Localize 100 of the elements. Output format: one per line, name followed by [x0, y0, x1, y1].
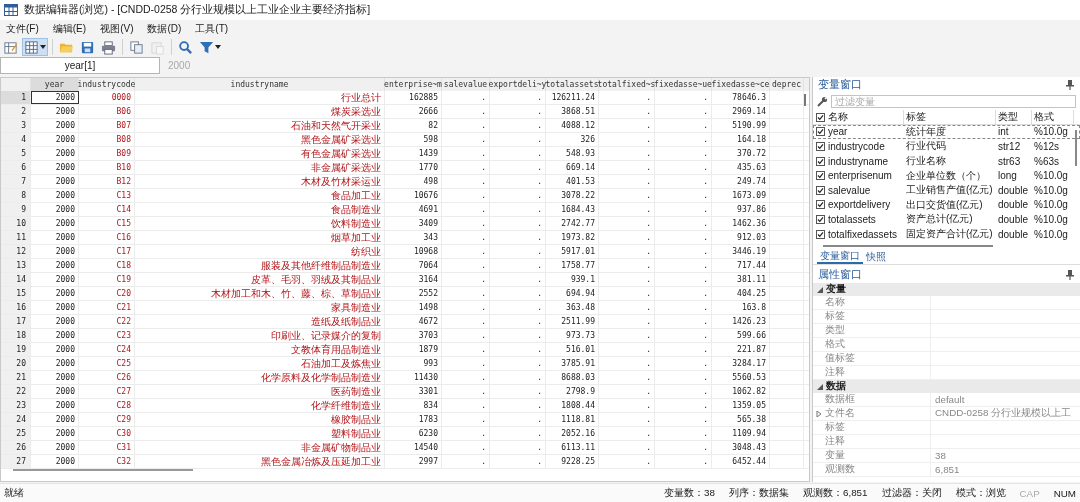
menu-item[interactable]: 编辑(E) [48, 20, 91, 37]
row-number[interactable]: 12 [1, 245, 31, 258]
collapse-icon[interactable] [817, 383, 823, 390]
column-header[interactable]: totalassets [546, 78, 599, 91]
table-cell: C14 [79, 203, 135, 216]
variable-row[interactable]: totalassets 资产总计(亿元) double %10.0g [813, 212, 1080, 227]
property-name: 注释 [825, 435, 845, 448]
scrollbar-thumb[interactable] [823, 245, 993, 247]
row-number[interactable]: 1 [1, 91, 31, 104]
row-number[interactable]: 18 [1, 329, 31, 342]
checkbox[interactable] [816, 185, 825, 195]
row-number[interactable]: 7 [1, 175, 31, 188]
table-cell: 1973.82 [546, 231, 599, 244]
table-cell: . [655, 217, 712, 230]
table-cell: . [599, 301, 655, 314]
row-number[interactable]: 9 [1, 203, 31, 216]
column-header[interactable]: 名称 [826, 110, 904, 125]
column-header[interactable]: salevalue [442, 78, 490, 91]
row-number[interactable]: 15 [1, 287, 31, 300]
table-cell: 2000 [31, 231, 79, 244]
menu-item[interactable]: 文件(F) [2, 20, 43, 37]
column-header[interactable]: year [31, 78, 79, 91]
row-number[interactable]: 11 [1, 231, 31, 244]
panel-tab[interactable]: 快照 [863, 250, 889, 264]
variable-name: year [827, 126, 849, 138]
checkbox[interactable] [816, 229, 825, 239]
row-number[interactable]: 21 [1, 371, 31, 384]
checkbox[interactable] [816, 156, 825, 166]
table-cell: . [599, 203, 655, 216]
row-number[interactable]: 14 [1, 273, 31, 286]
cell-reference-field[interactable]: year[1] [0, 57, 160, 74]
checkbox[interactable] [816, 112, 825, 122]
column-header[interactable]: exportdeli~y [490, 78, 546, 91]
row-number[interactable]: 13 [1, 259, 31, 272]
row-number[interactable]: 16 [1, 301, 31, 314]
row-number[interactable]: 22 [1, 385, 31, 398]
variable-row[interactable]: exportdelivery 出口交货值(亿元) double %10.0g [813, 197, 1080, 213]
checkbox[interactable] [816, 127, 825, 137]
table-cell: C19 [79, 273, 135, 286]
pin-icon[interactable] [1066, 80, 1074, 90]
column-header[interactable]: 格式 [1032, 110, 1074, 125]
toolbar-button[interactable] [127, 38, 146, 56]
checkbox[interactable] [816, 200, 825, 210]
column-header[interactable]: totalfixed~s [599, 78, 655, 91]
row-number[interactable]: 19 [1, 343, 31, 356]
property-name: 变量 [825, 449, 845, 462]
pin-icon[interactable] [1066, 270, 1074, 280]
toolbar-button[interactable] [176, 38, 195, 56]
table-cell: C20 [79, 287, 135, 300]
scrollbar-thumb[interactable] [1075, 130, 1077, 166]
variable-row[interactable]: year 统计年度 int %10.0g [813, 124, 1080, 140]
column-header[interactable]: 标签 [904, 110, 996, 125]
row-number[interactable]: 5 [1, 147, 31, 160]
variable-row[interactable]: totalfixedassets 固定资产合计(亿元) double %10.0g [813, 226, 1080, 242]
column-header[interactable]: fixedasse~ue [655, 78, 712, 91]
variable-row[interactable]: enterprisenum 企业单位数（个） long %10.0g [813, 168, 1080, 183]
filter-field[interactable]: 过滤变量 [831, 95, 1076, 108]
menu-item[interactable]: 视图(V) [96, 20, 138, 37]
row-number[interactable]: 23 [1, 399, 31, 412]
row-number[interactable]: 8 [1, 189, 31, 202]
toolbar-button[interactable] [99, 38, 118, 56]
column-header[interactable]: 类型 [996, 110, 1032, 125]
column-header[interactable]: industryname [135, 78, 385, 91]
variable-row[interactable]: industryname 行业名称 str63 %63s [813, 153, 1080, 169]
column-header[interactable]: deprec [770, 78, 804, 91]
row-number[interactable]: 6 [1, 161, 31, 174]
row-number[interactable]: 24 [1, 413, 31, 426]
row-number[interactable]: 25 [1, 427, 31, 440]
scrollbar-thumb[interactable] [13, 469, 193, 471]
toolbar-button[interactable] [22, 38, 48, 56]
panel-tab[interactable]: 变量窗口 [817, 250, 863, 264]
row-number[interactable]: 10 [1, 217, 31, 230]
checkbox[interactable] [816, 142, 825, 151]
scrollbar-thumb[interactable] [804, 94, 806, 106]
property-name: 值标签 [825, 352, 855, 365]
table-cell: 2000 [31, 371, 79, 384]
table-cell: 937.86 [712, 203, 770, 216]
row-number[interactable]: 20 [1, 357, 31, 370]
column-header[interactable]: industrycode [79, 78, 135, 91]
row-number[interactable]: 3 [1, 119, 31, 132]
column-header[interactable]: enterprise~m [385, 78, 442, 91]
group-header: 变量 [826, 283, 846, 296]
table-cell: 2000 [31, 217, 79, 230]
row-number[interactable]: 2 [1, 105, 31, 118]
row-number[interactable]: 17 [1, 315, 31, 328]
table-cell: . [490, 91, 546, 104]
column-header[interactable]: fixedasse~ce [712, 78, 770, 91]
menu-item[interactable]: 数据(D) [143, 20, 186, 37]
row-number[interactable]: 26 [1, 441, 31, 454]
variable-row[interactable]: industrycode 行业代码 str12 %12s [813, 139, 1080, 154]
expand-icon[interactable] [816, 411, 822, 417]
menu-item[interactable]: 工具(T) [191, 20, 233, 37]
collapse-icon[interactable] [817, 286, 823, 293]
checkbox[interactable] [816, 171, 825, 181]
row-number[interactable]: 27 [1, 455, 31, 468]
checkbox[interactable] [816, 214, 825, 224]
variable-row[interactable]: salevalue 工业销售产值(亿元) double %10.0g [813, 182, 1080, 198]
status-item: 列序：数据集 [729, 487, 789, 500]
row-number[interactable]: 4 [1, 133, 31, 146]
table-cell: C16 [79, 231, 135, 244]
